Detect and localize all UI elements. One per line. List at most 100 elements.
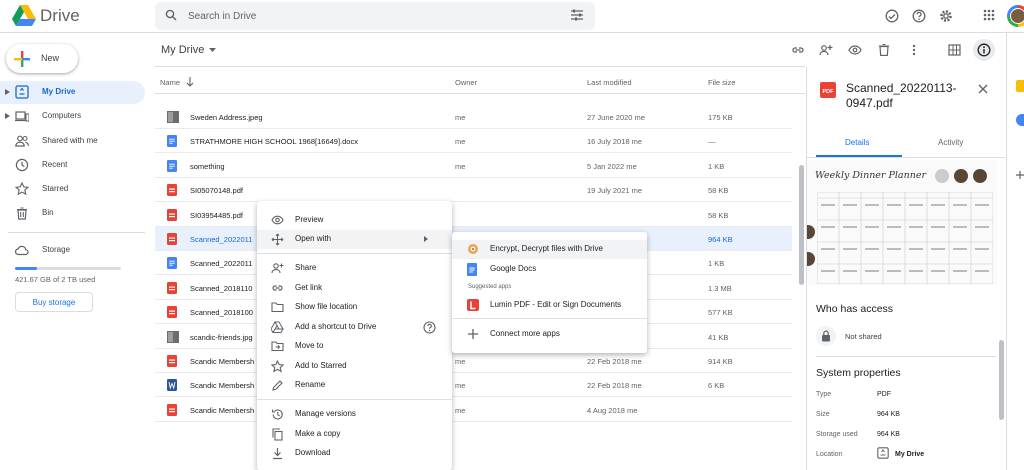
menu-item-share[interactable]: Share [257,259,452,278]
property-value: 964 KB [877,411,900,418]
who-has-access-heading: Who has access [816,303,894,315]
submenu-item-encrypt-decrypt[interactable]: Encrypt, Decrypt files with Drive [452,240,647,259]
file-row[interactable]: STRATHMORE HIGH SCHOOL 1968[16649].docx m… [155,129,792,154]
menu-item-preview[interactable]: Preview [257,211,452,230]
menu-item-add-shortcut[interactable]: Add a shortcut to Drive [257,318,452,337]
breadcrumb-dropdown-icon[interactable] [209,48,216,53]
grid-view-icon[interactable] [948,44,961,56]
add-person-icon [271,262,284,274]
share-add-person-icon[interactable] [819,43,833,57]
sidebar-item-my-drive[interactable]: My Drive [0,81,145,104]
tasks-app-icon[interactable] [1016,114,1024,126]
submenu-arrow-icon [424,236,428,242]
menu-item-move-to[interactable]: Move to [257,337,452,356]
file-preview-thumbnail[interactable]: Weekly Dinner Planner [807,160,997,285]
file-name: Scanned_2022011 [190,259,253,269]
add-addon-plus-icon[interactable] [1016,170,1024,180]
drive-logo-icon[interactable] [12,5,36,26]
add-shortcut-drive-icon [271,321,284,333]
preview-eye-icon[interactable] [848,45,862,55]
eye-icon [271,214,284,226]
settings-gear-icon[interactable] [939,9,953,23]
submenu-item-connect-more-apps[interactable]: Connect more apps [452,325,647,344]
star-icon [271,360,284,373]
file-row[interactable]: Scandic Membersh me 22 Feb 2018 me 6 KB [155,373,792,398]
buy-storage-button[interactable]: Buy storage [15,292,93,312]
details-panel-scrollbar[interactable] [999,340,1004,420]
file-list-scrollbar[interactable] [799,165,804,285]
sidebar-item-storage[interactable]: Storage [0,239,145,262]
sidebar-item-shared-with-me[interactable]: Shared with me [0,130,145,153]
column-header-file-size[interactable]: File size [708,78,736,87]
trash-icon [15,206,29,220]
star-icon [15,182,29,196]
plus-icon [14,51,30,67]
breadcrumb[interactable]: My Drive [161,44,204,56]
file-row[interactable]: SI03954485.pdf 58 KB [155,203,792,227]
menu-item-manage-versions[interactable]: Manage versions [257,405,452,424]
search-options-icon[interactable] [570,9,584,21]
get-link-icon[interactable] [791,44,805,56]
file-owner: me [455,357,466,366]
tab-details[interactable]: Details [845,138,869,147]
sort-arrow-down-icon[interactable] [186,77,194,87]
file-name: something [190,161,225,171]
search-icon[interactable] [165,9,177,21]
property-label: Location [816,451,843,458]
remove-trash-icon[interactable] [878,43,890,56]
property-value: 964 KB [877,431,900,438]
apps-grid-icon[interactable] [983,9,995,21]
file-size: — [708,137,716,147]
menu-item-label: Move to [295,341,324,350]
file-name: Scandic Membersh [190,405,255,415]
column-header-name[interactable]: Name [160,78,180,87]
plate-icon [935,169,949,183]
submenu-item-lumin-pdf[interactable]: Lumin PDF - Edit or Sign Documents [452,296,647,315]
close-icon[interactable] [978,84,988,94]
search-input[interactable] [188,8,548,24]
expand-caret-icon[interactable] [5,89,10,95]
file-last-modified: 5 Jan 2022 me [587,161,637,171]
offline-status-icon[interactable] [885,9,899,23]
plate-icon [973,169,987,183]
menu-item-rename[interactable]: Rename [257,376,452,395]
expand-caret-icon[interactable] [5,113,10,119]
menu-item-show-file-location[interactable]: Show file location [257,298,452,317]
pdf-icon-label: PDF [823,89,835,95]
menu-item-make-a-copy[interactable]: Make a copy [257,425,452,444]
file-last-modified: 19 July 2021 me [587,186,643,196]
help-icon[interactable] [423,321,436,334]
toolbar-divider [155,66,805,67]
column-header-last-modified[interactable]: Last modified [587,78,632,87]
column-header-owner[interactable]: Owner [455,78,477,87]
planner-grid [817,192,993,284]
submenu-item-google-docs[interactable]: Google Docs [452,260,647,279]
more-actions-icon[interactable] [912,44,916,56]
menu-item-open-with[interactable]: Open with [257,230,452,249]
property-label: Type [816,391,832,398]
file-row[interactable]: SI05070148.pdf 19 July 2021 me 58 KB [155,178,792,203]
sidebar-item-recent[interactable]: Recent [0,154,145,177]
file-size: 1.3 MB [708,283,732,293]
property-value-location[interactable]: My Drive [895,451,924,458]
tab-activity[interactable]: Activity [938,138,963,147]
submenu-divider [452,318,647,319]
file-row[interactable]: Scandic Membersh me 4 Aug 2018 me [155,398,792,422]
menu-item-label: Download [295,448,331,457]
keep-app-icon[interactable] [1016,80,1024,92]
help-icon[interactable] [912,9,926,23]
file-size: 58 KB [708,186,729,196]
file-row[interactable]: Sweden Address.jpeg me 27 June 2020 me 175 … [155,105,792,129]
menu-item-add-to-starred[interactable]: Add to Starred [257,357,452,376]
sidebar-item-bin[interactable]: Bin [0,202,145,225]
drive-location-icon [877,447,889,459]
menu-item-download[interactable]: Download [257,444,452,463]
pdf-file-icon [167,281,177,294]
file-row[interactable]: something me 5 Jan 2022 me 1 KB [155,154,792,178]
submenu-item-label: Connect more apps [490,329,560,338]
menu-item-get-link[interactable]: Get link [257,279,452,298]
sidebar-item-computers[interactable]: Computers [0,105,145,128]
suggested-apps-label: Suggested apps [468,284,512,290]
sidebar-item-starred[interactable]: Starred [0,178,145,201]
download-icon [271,447,284,460]
